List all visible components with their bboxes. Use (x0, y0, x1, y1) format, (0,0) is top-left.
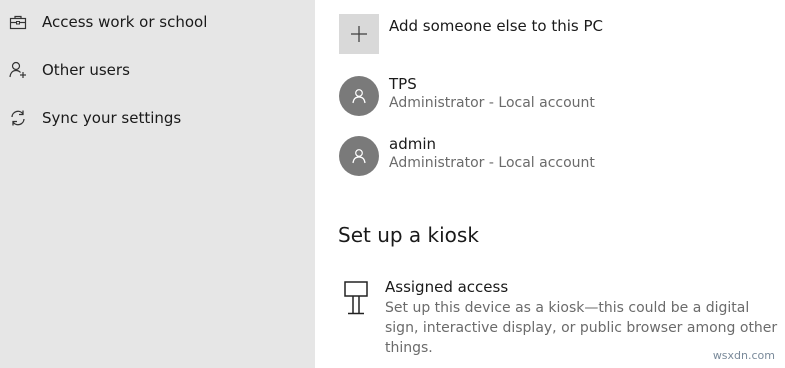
briefcase-icon (8, 12, 28, 32)
settings-window: Access work or school Other users Sync y… (0, 0, 785, 368)
person-icon (352, 149, 366, 164)
kiosk-icon (343, 281, 371, 315)
plus-icon (339, 14, 379, 54)
user-name: TPS (389, 75, 417, 93)
sidebar-item-access-work-or-school[interactable]: Access work or school (0, 2, 315, 42)
add-someone-else-label: Add someone else to this PC (389, 17, 604, 35)
assigned-access-button[interactable]: Assigned access Set up this device as a … (339, 278, 779, 356)
user-account-tps[interactable]: TPS Administrator - Local account (339, 75, 779, 118)
sync-icon (8, 108, 28, 128)
avatar (339, 136, 379, 176)
sidebar-item-label: Access work or school (42, 13, 208, 31)
watermark: wsxdn.com (712, 349, 775, 362)
sidebar-item-sync-your-settings[interactable]: Sync your settings (0, 98, 315, 138)
sidebar: Access work or school Other users Sync y… (0, 0, 315, 368)
assigned-access-title: Assigned access (385, 278, 509, 296)
sidebar-item-label: Other users (42, 61, 130, 79)
sidebar-item-label: Sync your settings (42, 109, 182, 127)
user-name: admin (389, 135, 436, 153)
add-person-icon (8, 60, 28, 80)
user-account-type: Administrator - Local account (389, 155, 595, 171)
main-content: Add someone else to this PC TPS Administ… (315, 0, 785, 368)
add-someone-else-button[interactable]: Add someone else to this PC (339, 14, 779, 56)
kiosk-section-title: Set up a kiosk (338, 223, 479, 247)
user-account-type: Administrator - Local account (389, 95, 595, 111)
sidebar-item-other-users[interactable]: Other users (0, 50, 315, 90)
person-icon (352, 89, 366, 104)
user-account-admin[interactable]: admin Administrator - Local account (339, 135, 779, 178)
avatar (339, 76, 379, 116)
